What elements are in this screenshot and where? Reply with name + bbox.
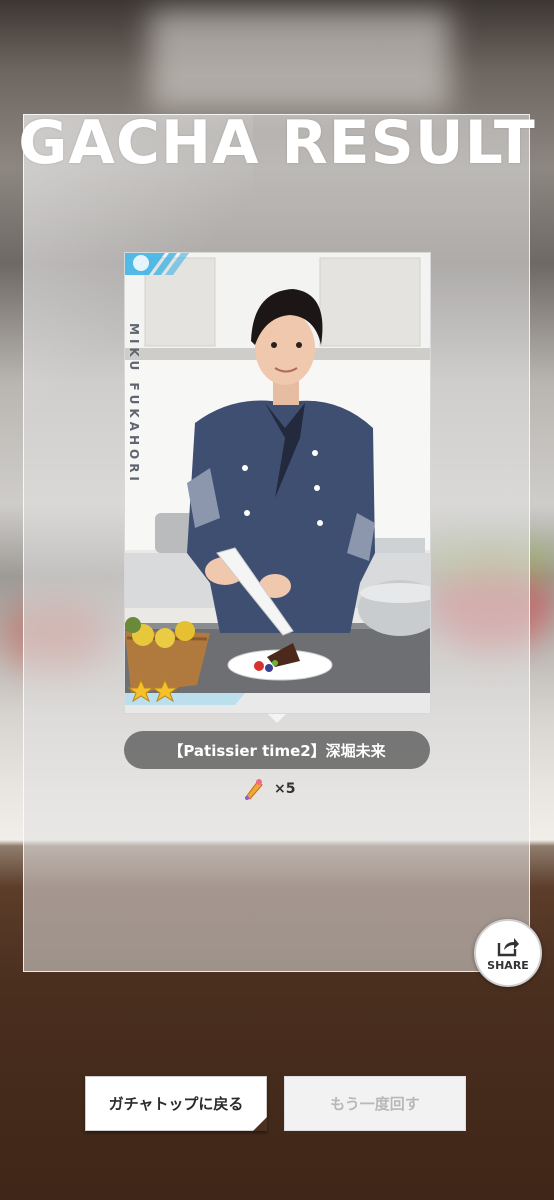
card-illustration [125,253,430,713]
card-vertical-name: MIKU FUKAHORI [127,323,141,485]
card-name-text: 【Patissier time2】深堀未来 [168,741,386,760]
back-button-label: ガチャトップに戻る [108,1095,244,1113]
background-hood-blur [150,10,450,110]
reward-item: ×5 [242,777,295,801]
card-name-label: 【Patissier time2】深堀未来 [124,731,430,769]
reward-count: ×5 [274,781,296,797]
card-pointer [268,714,286,723]
roll-again-label: もう一度回す [330,1095,420,1113]
character-card[interactable]: MIKU FUKAHORI [124,252,431,714]
page-title: GACHA RESULT [18,108,536,178]
roll-again-button[interactable]: もう一度回す [284,1076,466,1131]
share-button[interactable]: SHARE [474,919,542,987]
share-icon [497,937,519,956]
back-to-gacha-top-button[interactable]: ガチャトップに戻る [85,1076,267,1131]
pastry-bag-icon [245,779,263,800]
share-label: SHARE [487,958,529,972]
